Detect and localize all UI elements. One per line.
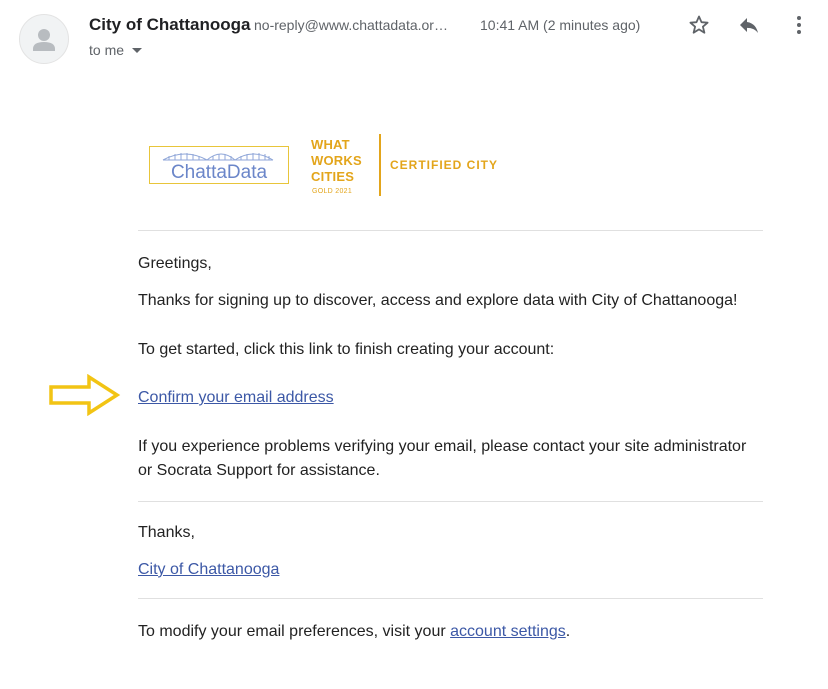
email-preferences-text: To modify your email preferences, visit … bbox=[138, 622, 570, 641]
confirm-email-link[interactable]: Confirm your email address bbox=[138, 389, 334, 406]
chattadata-logo: ChattaData bbox=[149, 146, 289, 184]
problems-text-line1: If you experience problems verifying you… bbox=[138, 438, 747, 455]
sender-avatar[interactable] bbox=[19, 14, 69, 64]
recipient-label: to me bbox=[89, 42, 125, 58]
wwc-logo-line1: WHAT bbox=[311, 137, 350, 152]
wwc-logo-line2: WORKS bbox=[311, 153, 362, 168]
problems-text-line2: or Socrata Support for assistance. bbox=[138, 462, 380, 479]
wwc-logo-line3: CITIES bbox=[311, 169, 355, 184]
recipient-dropdown[interactable]: to me bbox=[89, 42, 143, 58]
thanks-text: Thanks, bbox=[138, 524, 195, 541]
sender-name[interactable]: City of Chattanooga bbox=[89, 15, 251, 35]
more-vert-icon bbox=[797, 16, 801, 34]
prefs-suffix: . bbox=[565, 623, 571, 640]
divider-bottom bbox=[138, 598, 763, 599]
prefs-prefix: To modify your email preferences, visit … bbox=[138, 623, 451, 640]
star-button[interactable] bbox=[685, 11, 713, 39]
reply-button[interactable] bbox=[735, 11, 763, 39]
confirm-email-link-wrap: Confirm your email address bbox=[138, 388, 334, 407]
person-icon bbox=[33, 29, 55, 51]
chattadata-logo-text: ChattaData bbox=[171, 162, 268, 183]
star-icon bbox=[689, 15, 709, 34]
divider-top bbox=[138, 230, 763, 231]
signature-link-wrap: City of Chattanooga bbox=[138, 560, 279, 579]
greeting-text: Greetings, bbox=[138, 255, 212, 272]
wwc-logo-year: GOLD 2021 bbox=[312, 188, 353, 195]
sender-email: no-reply@www.chattadata.or… bbox=[254, 17, 448, 33]
caret-down-icon bbox=[132, 48, 143, 53]
message-time: 10:41 AM (2 minutes ago) bbox=[480, 17, 641, 33]
signup-thanks-text: Thanks for signing up to discover, acces… bbox=[138, 292, 738, 309]
divider-middle bbox=[138, 501, 763, 502]
certified-city-label: CERTIFIED CITY bbox=[390, 158, 499, 172]
logo-divider bbox=[379, 134, 381, 196]
reply-icon bbox=[740, 18, 758, 33]
arrow-right-icon bbox=[49, 373, 121, 421]
more-options-button[interactable] bbox=[785, 11, 813, 39]
signature-link[interactable]: City of Chattanooga bbox=[138, 561, 279, 578]
account-settings-link[interactable]: account settings bbox=[450, 623, 566, 640]
get-started-text: To get started, click this link to finis… bbox=[138, 341, 555, 358]
